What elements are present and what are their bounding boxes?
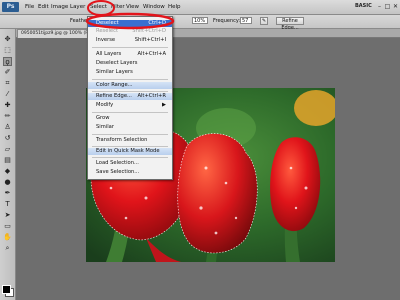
menu-item-reselect[interactable]: Reselect Shift+Ctrl+D — [88, 28, 172, 35]
foreground-color-swatch[interactable] — [2, 285, 11, 294]
menu-item-shortcut: Alt+Ctrl+A — [137, 51, 167, 57]
eyedropper-icon[interactable]: ⁄ — [3, 90, 12, 99]
workspace-switcher[interactable]: BASIC — [355, 3, 372, 9]
zoom-icon[interactable]: ⌕ — [3, 244, 12, 253]
menu-item-label: Reselect — [96, 28, 118, 34]
menu-item-label: Inverse — [96, 37, 116, 43]
gradient-icon[interactable]: ▤ — [3, 156, 12, 165]
lasso-icon[interactable]: ϙ — [3, 57, 12, 66]
menu-item-deselect-layers[interactable]: Deselect Layers — [88, 60, 172, 67]
healing-icon[interactable]: ✚ — [3, 101, 12, 110]
menu-view[interactable]: View — [126, 3, 139, 12]
eraser-icon[interactable]: ▱ — [3, 145, 12, 154]
minimize-icon[interactable]: – — [376, 3, 383, 10]
menu-layer[interactable]: Layer — [70, 3, 85, 12]
frequency-field[interactable]: 57 — [240, 17, 252, 24]
close-icon[interactable]: ✕ — [392, 3, 399, 10]
menu-edit[interactable]: Edit — [38, 3, 49, 12]
maximize-icon[interactable]: □ — [384, 3, 391, 10]
menu-item-save-selection[interactable]: Save Selection... — [88, 169, 172, 176]
menu-item-transform-selection[interactable]: Transform Selection — [88, 137, 172, 144]
menu-select[interactable]: Select — [90, 3, 107, 12]
shape-icon[interactable]: ▭ — [3, 222, 12, 231]
menu-item-label: Similar Layers — [96, 69, 133, 75]
pen-icon[interactable]: ✒ — [3, 189, 12, 198]
document-tab-bar: 0950051tijpz9.jpg @ 100% (RGB/8) /8) × — [16, 29, 400, 38]
menu-item-shortcut: Shift+Ctrl+I — [134, 37, 166, 43]
menu-separator — [92, 47, 168, 48]
blur-icon[interactable]: ◆ — [3, 167, 12, 176]
history-brush-icon[interactable]: ↺ — [3, 134, 12, 143]
menu-item-label: All Layers — [96, 51, 122, 57]
menu-separator — [92, 112, 168, 113]
menu-separator — [92, 91, 168, 92]
menu-item-label: Deselect Layers — [96, 60, 138, 66]
refine-edge-button[interactable]: Refine Edge... — [276, 17, 304, 31]
menu-item-shortcut: Shift+Ctrl+D — [132, 28, 166, 34]
menu-item-deselect[interactable]: Deselect Ctrl+D — [88, 20, 172, 27]
menu-item-label: Transform Selection — [96, 137, 148, 143]
menu-item-modify[interactable]: Modify ▶ — [88, 102, 172, 109]
menu-separator — [92, 157, 168, 158]
menu-item-shortcut: Alt+Ctrl+R — [137, 93, 166, 99]
toolbox: ✥ ⬚ ϙ ✐ ⌗ ⁄ ✚ ✏ ♙ ↺ ▱ ▤ ◆ ● ✒ T ➤ ▭ ✋ ⌕ — [0, 29, 16, 300]
photoshop-logo: Ps — [2, 2, 19, 12]
move-icon[interactable]: ✥ — [3, 35, 12, 44]
menu-item-shortcut: Ctrl+D — [148, 20, 166, 26]
frequency-label: Frequency: — [213, 18, 241, 24]
menu-item-label: Grow — [96, 115, 110, 121]
brush-icon[interactable]: ✏ — [3, 112, 12, 121]
menu-item-similar-layers[interactable]: Similar Layers — [88, 69, 172, 76]
menu-item-similar[interactable]: Similar — [88, 124, 172, 131]
menu-image[interactable]: Image — [51, 3, 68, 12]
menu-item-label: Refine Edge... — [96, 93, 132, 99]
stamp-icon[interactable]: ♙ — [3, 123, 12, 132]
marquee-icon[interactable]: ⬚ — [3, 46, 12, 55]
submenu-arrow-icon: ▶ — [162, 102, 166, 108]
menu-item-all-layers[interactable]: All Layers Alt+Ctrl+A — [88, 51, 172, 58]
menu-help[interactable]: Help — [168, 3, 181, 12]
menu-item-label: Similar — [96, 124, 114, 130]
pen-pressure-icon[interactable]: ✎ — [260, 17, 268, 25]
menu-item-load-selection[interactable]: Load Selection... — [88, 160, 172, 167]
menu-bar: Ps File Edit Image Layer Select Filter V… — [0, 0, 400, 15]
menu-window[interactable]: Window — [143, 3, 165, 12]
menu-item-label: Edit in Quick Mask Mode — [96, 148, 160, 154]
menu-separator — [92, 146, 168, 147]
options-bar: Feathe 10% Frequency: 57 ✎ Refine Edge..… — [0, 15, 400, 31]
hand-icon[interactable]: ✋ — [3, 233, 12, 242]
menu-file[interactable]: File — [25, 3, 34, 12]
menu-item-inverse[interactable]: Inverse Shift+Ctrl+I — [88, 37, 172, 44]
menu-item-grow[interactable]: Grow — [88, 115, 172, 122]
menu-item-quick-mask[interactable]: Edit in Quick Mask Mode — [88, 148, 172, 155]
menu-item-label: Color Range... — [96, 82, 133, 88]
menu-item-label: Modify — [96, 102, 114, 108]
dodge-icon[interactable]: ● — [3, 178, 12, 187]
select-menu-dropdown: Deselect Ctrl+D Reselect Shift+Ctrl+D In… — [87, 16, 173, 180]
menu-item-color-range[interactable]: Color Range... — [88, 82, 172, 89]
menu-item-label: Save Selection... — [96, 169, 140, 175]
menu-item-refine-edge[interactable]: Refine Edge... Alt+Ctrl+R — [88, 93, 172, 100]
crop-icon[interactable]: ⌗ — [3, 79, 12, 88]
menu-item-label: Load Selection... — [96, 160, 139, 166]
menu-separator — [92, 134, 168, 135]
quick-select-icon[interactable]: ✐ — [3, 68, 12, 77]
menu-filter[interactable]: Filter — [111, 3, 125, 12]
menu-separator — [92, 79, 168, 80]
type-icon[interactable]: T — [3, 200, 12, 209]
feather-label: Feathe — [70, 18, 87, 24]
menu-item-label: Deselect — [96, 20, 119, 26]
path-select-icon[interactable]: ➤ — [3, 211, 12, 220]
tolerance-field[interactable]: 10% — [192, 17, 208, 24]
